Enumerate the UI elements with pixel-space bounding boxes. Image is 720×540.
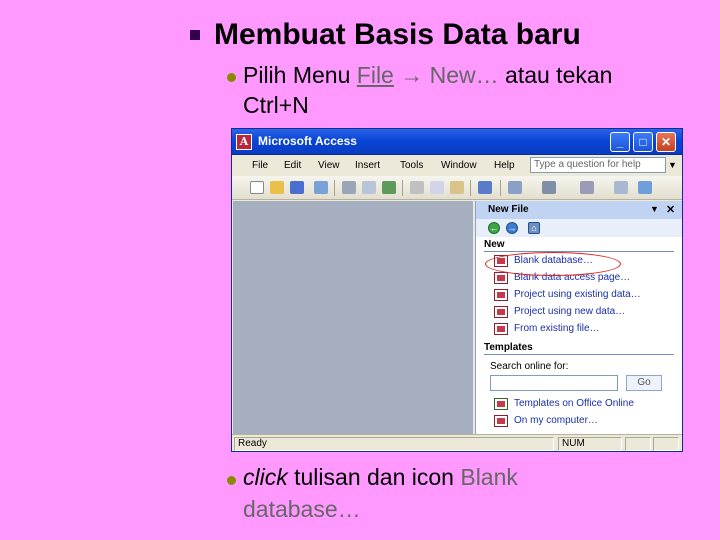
search-online-label: Search online for: [490,361,569,372]
menu-insert[interactable]: Insert [355,160,380,171]
point2-line2: database… [243,496,361,522]
toolbar-divider [470,180,471,196]
point1-prefix: Pilih Menu [243,62,357,88]
toolbar-divider [500,180,501,196]
menu-edit[interactable]: Edit [284,160,301,171]
task-pane-nav: ← → ⌂ [476,219,682,237]
section-divider [484,251,674,252]
point1-bullet [227,73,236,82]
workspace-area [233,201,473,434]
forward-arrow-icon[interactable]: → [506,222,518,234]
minimize-icon[interactable]: _ [610,132,630,152]
cut-icon[interactable] [410,181,424,194]
point2-click: click [243,464,288,490]
access-window: A Microsoft Access _ □ ✕ File Edit View … [231,128,683,452]
properties-icon[interactable] [614,181,628,194]
data-access-page-icon [494,272,508,284]
file-search-icon[interactable] [314,181,328,194]
title-bullet [190,30,200,40]
undo-icon[interactable] [478,181,492,194]
globe-icon [494,398,508,410]
menu-bar: File Edit View Insert Tools Window Help … [232,156,682,176]
toolbar-divider [402,180,403,196]
code-icon[interactable] [580,181,594,194]
window-title: Microsoft Access [258,134,357,148]
section-new-heading: New [484,239,505,250]
status-bar: Ready NUM [232,434,682,451]
help-search-input[interactable]: Type a question for help [530,157,666,173]
point1-arrow: → [400,62,424,88]
print-icon[interactable] [342,181,356,194]
highlight-oval [485,252,621,276]
task-pane-title: New File [488,204,529,215]
section-divider [484,354,674,355]
existing-file-icon [494,323,508,335]
point2-line1: click tulisan dan icon Blank [243,462,518,492]
templates-icon [494,415,508,427]
search-online-input[interactable] [490,375,618,391]
slide-title: Membuat Basis Data baru [214,18,581,51]
home-icon[interactable]: ⌂ [528,222,540,234]
new-icon[interactable] [250,181,264,194]
project-new-icon [494,306,508,318]
menu-view[interactable]: View [318,160,340,171]
task-pane-header: New File ▼ ✕ [476,201,682,219]
analyze-icon[interactable] [542,181,556,194]
print-preview-icon[interactable] [362,181,376,194]
status-text: Ready [234,437,554,451]
maximize-icon[interactable]: □ [633,132,653,152]
status-cell-empty [653,437,679,451]
menu-window[interactable]: Window [441,160,477,171]
window-titlebar[interactable]: A Microsoft Access _ □ ✕ [232,129,682,155]
menu-file[interactable]: File [252,160,268,171]
point1-suffix: atau tekan [498,62,613,88]
menu-tools[interactable]: Tools [400,160,423,171]
copy-icon[interactable] [430,181,444,194]
point1-line1: Pilih Menu File → New… atau tekan [243,60,612,90]
relationships-icon[interactable] [638,181,652,194]
task-pane-close-icon[interactable]: ✕ [666,203,675,216]
office-links-icon[interactable] [508,181,522,194]
paste-icon[interactable] [450,181,464,194]
point2-bullet [227,476,236,485]
point1-menu-new: New… [429,62,499,88]
project-icon [494,289,508,301]
spelling-icon[interactable] [382,181,396,194]
point2-link: Blank [460,464,518,490]
status-cell-empty [625,437,651,451]
point1-line2: Ctrl+N [243,92,309,118]
point1-menu-file: File [356,62,394,88]
access-key-icon: A [236,134,252,150]
task-pane-menu-icon[interactable]: ▼ [650,204,659,214]
open-icon[interactable] [270,181,284,194]
go-button[interactable]: Go [626,375,662,391]
toolbar-divider [334,180,335,196]
num-lock-indicator: NUM [558,437,622,451]
back-arrow-icon[interactable]: ← [488,222,500,234]
help-dropdown-icon[interactable]: ▼ [668,160,677,170]
standard-toolbar [232,176,682,200]
section-templates-heading: Templates [484,342,533,353]
menu-help[interactable]: Help [494,160,515,171]
point2-middle: tulisan dan icon [287,464,461,490]
new-file-task-pane: New File ▼ ✕ ← → ⌂ New Blank database… B… [475,201,682,434]
save-icon[interactable] [290,181,304,194]
close-icon[interactable]: ✕ [656,132,676,152]
